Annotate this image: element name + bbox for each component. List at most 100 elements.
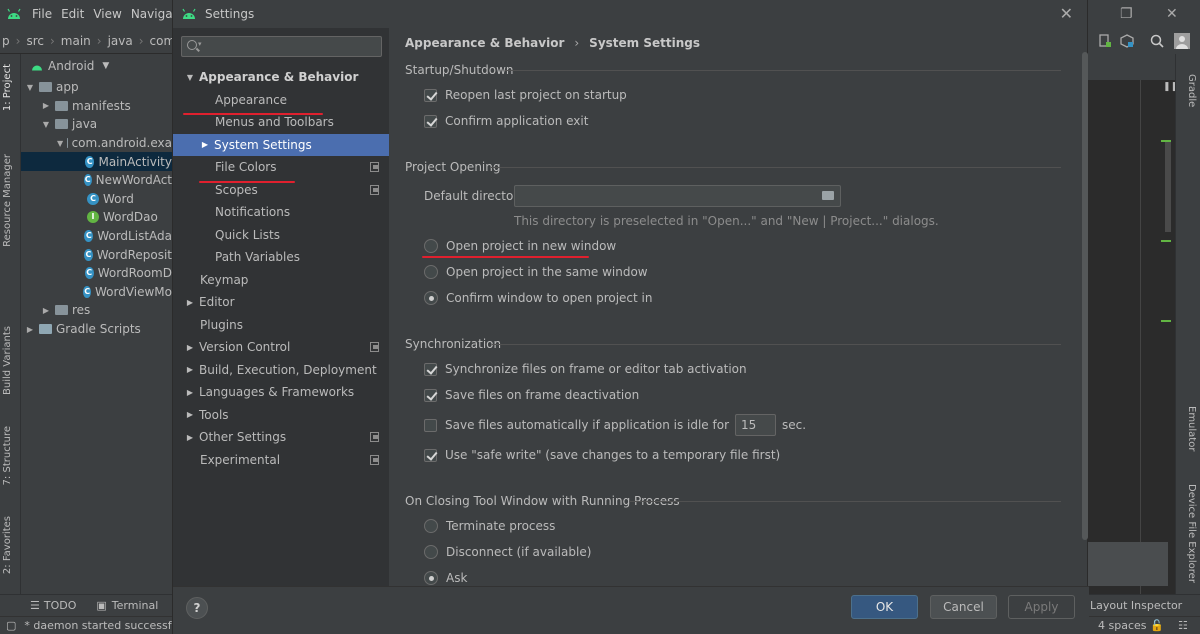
menu-file[interactable]: File: [32, 7, 52, 21]
settings-nav-item[interactable]: Appearance: [173, 89, 389, 112]
dialog-title: Settings: [205, 7, 255, 21]
project-tree-item[interactable]: C WordViewMo: [21, 283, 172, 302]
settings-nav-item[interactable]: ▶ Editor: [173, 291, 389, 314]
tool-tab-emulator[interactable]: Emulator: [1180, 406, 1197, 451]
project-tree-item[interactable]: ▶ res: [21, 301, 172, 320]
project-tree-item[interactable]: I WordDao: [21, 208, 172, 227]
settings-nav-item[interactable]: ▼ Appearance & Behavior: [173, 66, 389, 89]
settings-nav-item[interactable]: Notifications: [173, 201, 389, 224]
chevron-right-icon[interactable]: ▶: [185, 343, 195, 352]
project-tree-item[interactable]: ▼ java: [21, 115, 172, 134]
project-tree-item[interactable]: C Word: [21, 190, 172, 209]
radio-open-new-window[interactable]: Open project in new window: [424, 239, 616, 253]
settings-nav-item[interactable]: ▶ Build, Execution, Deployment: [173, 359, 389, 382]
ide-nav-path: p› src› main› java› com› ar: [0, 28, 204, 54]
ok-button[interactable]: OK: [851, 595, 918, 619]
settings-nav-item[interactable]: Experimental: [173, 449, 389, 472]
project-tree-item[interactable]: C WordListAda: [21, 227, 172, 246]
save-when-idle-checkbox[interactable]: Save files automatically if application …: [424, 414, 806, 436]
tool-tab-gradle[interactable]: Gradle: [1180, 74, 1197, 107]
tool-tab-favorites[interactable]: 2: Favorites: [2, 516, 19, 574]
settings-nav-item[interactable]: ▶ Other Settings: [173, 426, 389, 449]
todo-tab[interactable]: TODO: [44, 599, 77, 612]
menu-view[interactable]: View: [93, 7, 121, 21]
save-on-deactivation-checkbox[interactable]: Save files on frame deactivation: [424, 388, 639, 402]
project-tree-item[interactable]: ▶ Gradle Scripts: [21, 320, 172, 339]
menu-edit[interactable]: Edit: [61, 7, 84, 21]
device-icon[interactable]: [1098, 34, 1112, 48]
chevron-right-icon[interactable]: ▶: [185, 388, 195, 397]
tool-tab-device-file-explorer[interactable]: Device File Explorer: [1180, 484, 1197, 583]
project-view-dropdown[interactable]: Android ▼: [21, 54, 172, 78]
settings-nav-item[interactable]: ▶ System Settings: [173, 133, 389, 156]
safe-write-checkbox[interactable]: Use "safe write" (save changes to a temp…: [424, 448, 780, 462]
folder-icon[interactable]: [822, 191, 834, 200]
user-avatar-icon[interactable]: [1174, 33, 1190, 49]
project-tree-item[interactable]: ▶ manifests: [21, 97, 172, 116]
content-scrollbar[interactable]: [1082, 52, 1088, 540]
settings-nav-item[interactable]: Keymap: [173, 269, 389, 292]
settings-nav-item[interactable]: Plugins: [173, 314, 389, 337]
event-log-icon[interactable]: ☷: [1178, 619, 1188, 632]
close-window-icon[interactable]: ✕: [1166, 6, 1178, 22]
reopen-last-project-checkbox[interactable]: Reopen last project on startup: [424, 88, 627, 102]
nav-path-segment[interactable]: java: [108, 34, 133, 48]
apply-button[interactable]: Apply: [1008, 595, 1075, 619]
settings-nav-item[interactable]: ▶ Tools: [173, 404, 389, 427]
radio-disconnect[interactable]: Disconnect (if available): [424, 545, 591, 559]
project-tree-item[interactable]: C WordRoomD: [21, 264, 172, 283]
lock-icon[interactable]: 🔓: [1150, 619, 1164, 632]
settings-nav-item[interactable]: Path Variables: [173, 246, 389, 269]
default-directory-field[interactable]: [514, 185, 841, 207]
cancel-button[interactable]: Cancel: [930, 595, 997, 619]
settings-nav-item[interactable]: ▶ Languages & Frameworks: [173, 381, 389, 404]
chevron-right-icon[interactable]: ▶: [200, 140, 210, 149]
chevron-down-icon[interactable]: ▼: [57, 139, 63, 148]
radio-terminate-process[interactable]: Terminate process: [424, 519, 555, 533]
chevron-down-icon[interactable]: ▼: [185, 73, 195, 82]
sdk-manager-icon[interactable]: [1120, 34, 1134, 48]
nav-path-segment[interactable]: main: [61, 34, 91, 48]
tool-tab-project[interactable]: 1: Project: [2, 64, 19, 111]
project-tree-item[interactable]: ▼ app: [21, 78, 172, 97]
settings-nav-item[interactable]: Quick Lists: [173, 224, 389, 247]
folder-icon: [55, 100, 68, 111]
sync-on-activation-checkbox[interactable]: Synchronize files on frame or editor tab…: [424, 362, 747, 376]
confirm-exit-checkbox[interactable]: Confirm application exit: [424, 114, 588, 128]
chevron-right-icon[interactable]: ▶: [41, 101, 51, 110]
radio-ask[interactable]: Ask: [424, 571, 467, 585]
chevron-right-icon[interactable]: ▶: [185, 410, 195, 419]
chevron-down-icon[interactable]: ▼: [25, 83, 35, 92]
chevron-right-icon[interactable]: ▶: [25, 325, 35, 334]
tool-tab-resource-manager[interactable]: Resource Manager: [2, 154, 19, 247]
chevron-right-icon[interactable]: ▶: [185, 298, 195, 307]
tool-tab-build-variants[interactable]: Build Variants: [2, 326, 19, 395]
tool-tab-structure[interactable]: 7: Structure: [2, 426, 19, 485]
idle-seconds-input[interactable]: 15: [735, 414, 776, 436]
nav-path-segment[interactable]: src: [26, 34, 44, 48]
project-tree-item[interactable]: C WordReposit: [21, 245, 172, 264]
terminal-tab[interactable]: Terminal: [112, 599, 159, 612]
radio-confirm-window[interactable]: Confirm window to open project in: [424, 291, 652, 305]
indent-status[interactable]: 4 spaces: [1098, 619, 1147, 632]
chevron-right-icon[interactable]: ▶: [41, 306, 51, 315]
restore-window-icon[interactable]: ❐: [1120, 6, 1133, 22]
radio-open-same-window[interactable]: Open project in the same window: [424, 265, 648, 279]
chevron-right-icon[interactable]: ▶: [185, 433, 195, 442]
panel-toggle-icon[interactable]: ▢: [6, 619, 16, 632]
breadcrumb-item[interactable]: Appearance & Behavior: [405, 36, 564, 50]
chevron-down-icon[interactable]: ▼: [41, 120, 51, 129]
project-tree-item[interactable]: C NewWordAct: [21, 171, 172, 190]
search-everywhere-icon[interactable]: [1150, 34, 1164, 48]
project-tree-item[interactable]: C MainActivity: [21, 152, 172, 171]
help-button[interactable]: ?: [186, 597, 208, 619]
settings-nav-item[interactable]: ▶ Version Control: [173, 336, 389, 359]
settings-search-input[interactable]: ▾: [181, 36, 382, 57]
settings-nav-item[interactable]: File Colors: [173, 156, 389, 179]
nav-path-segment[interactable]: p: [2, 34, 10, 48]
layout-inspector-tab[interactable]: Layout Inspector: [1090, 599, 1182, 612]
project-tree-item[interactable]: ▼ com.android.exa: [21, 134, 172, 153]
chevron-right-icon[interactable]: ▶: [185, 365, 195, 374]
editor-scrollbar[interactable]: [1165, 142, 1171, 232]
close-icon[interactable]: ✕: [1060, 4, 1073, 23]
